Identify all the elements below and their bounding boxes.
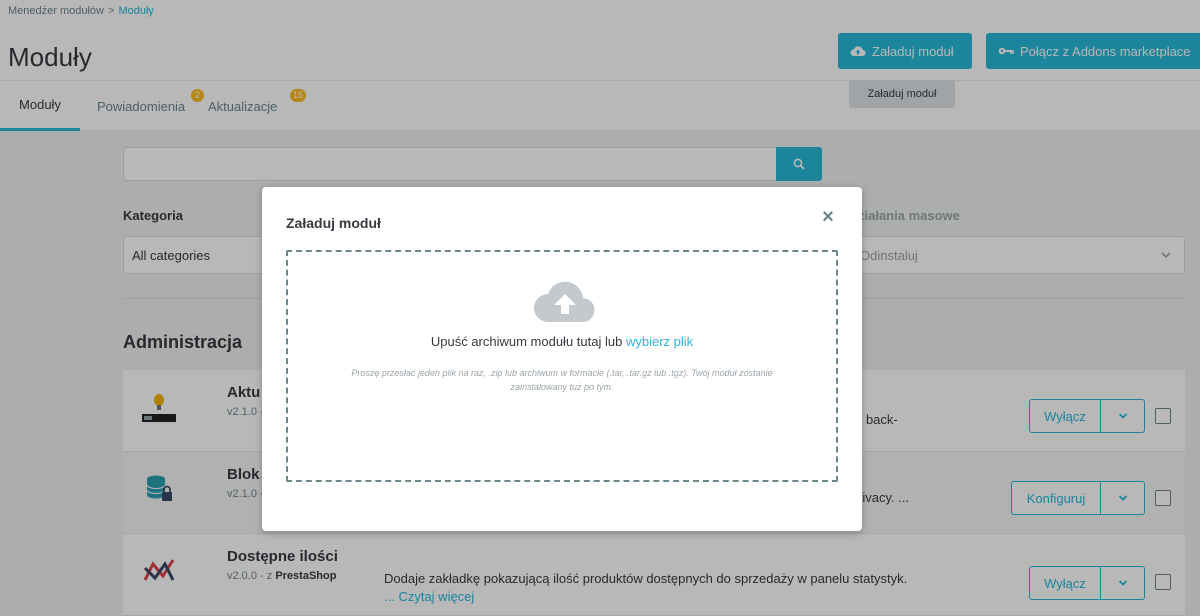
- close-icon[interactable]: ×: [818, 207, 838, 227]
- modal-title: Załaduj moduł: [286, 215, 381, 231]
- choose-file-link[interactable]: wybierz plik: [626, 334, 693, 349]
- drop-text: Upuść archiwum modułu tutaj lub: [430, 334, 623, 349]
- file-dropzone[interactable]: Upuść archiwum modułu tutaj lub wybierz …: [286, 250, 838, 482]
- drop-hint: Proszę przesłać jeden plik na raz, .zip …: [351, 368, 773, 392]
- drop-instructions: Upuść archiwum modułu tutaj lub wybierz …: [288, 334, 836, 349]
- upload-module-modal: Załaduj moduł × Upuść archiwum modułu tu…: [262, 187, 862, 531]
- cloud-upload-icon: [534, 281, 595, 323]
